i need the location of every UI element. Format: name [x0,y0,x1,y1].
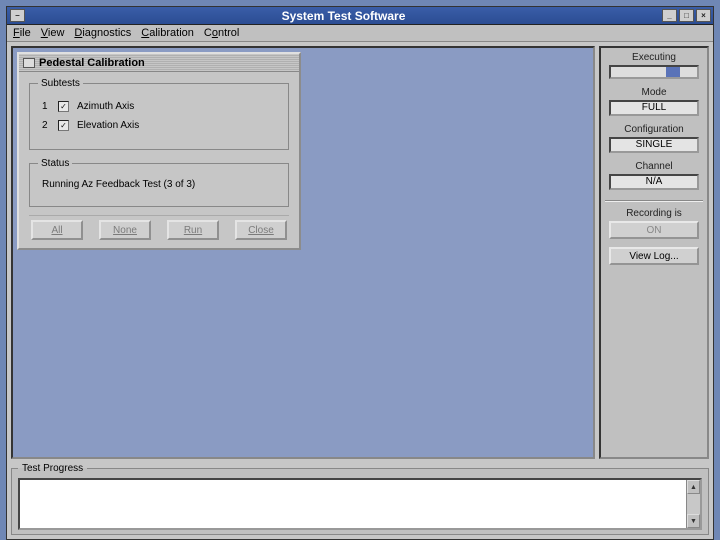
azimuth-checkbox[interactable]: ✓ [58,101,69,112]
main-canvas: Pedestal Calibration Subtests 1 ✓ Azimut… [11,46,595,459]
separator [605,200,703,202]
configuration-field[interactable]: SINGLE [609,137,699,153]
all-button[interactable]: All [31,220,83,240]
executing-progress [609,65,699,79]
mode-label: Mode [605,87,703,98]
progress-bar-segment [666,67,680,77]
mode-field[interactable]: FULL [609,100,699,116]
channel-label: Channel [605,161,703,172]
workarea: Pedestal Calibration Subtests 1 ✓ Azimut… [7,42,713,539]
close-icon[interactable]: × [696,9,711,22]
none-button[interactable]: None [99,220,151,240]
scroll-up-icon[interactable]: ▲ [687,480,700,494]
view-log-button[interactable]: View Log... [609,247,699,265]
subtest-row: 1 ✓ Azimuth Axis [42,101,280,112]
maximize-icon[interactable]: □ [679,9,694,22]
minimize-icon[interactable]: _ [662,9,677,22]
main-window: – System Test Software _ □ × File View D… [6,6,714,540]
run-button[interactable]: Run [167,220,219,240]
menu-view[interactable]: View [41,27,65,39]
channel-field[interactable]: N/A [609,174,699,190]
menubar: File View Diagnostics Calibration Contro… [7,25,713,42]
subtest-row: 2 ✓ Elevation Axis [42,120,280,131]
subtest-label: Elevation Axis [77,120,139,131]
right-panel: Executing Mode FULL Configuration SINGLE… [599,46,709,459]
upper-area: Pedestal Calibration Subtests 1 ✓ Azimut… [11,46,709,459]
dialog-titlebar[interactable]: Pedestal Calibration [19,54,299,72]
executing-label: Executing [605,52,703,63]
window-title: System Test Software [25,9,662,23]
status-legend: Status [38,158,72,169]
test-progress-group: Test Progress ▲ ▼ [11,463,709,535]
scroll-down-icon[interactable]: ▼ [687,514,700,528]
subtest-number: 1 [42,101,50,112]
subtests-group: Subtests 1 ✓ Azimuth Axis 2 ✓ Elevation … [29,78,289,150]
test-progress-legend: Test Progress [18,463,87,474]
subtests-legend: Subtests [38,78,83,89]
dialog-title: Pedestal Calibration [39,57,145,69]
dialog-body: Subtests 1 ✓ Azimuth Axis 2 ✓ Elevation … [19,72,299,248]
test-progress-section: Test Progress ▲ ▼ [11,463,709,535]
recording-status: ON [609,221,699,239]
pedestal-calibration-dialog: Pedestal Calibration Subtests 1 ✓ Azimut… [17,52,301,250]
scrollbar[interactable]: ▲ ▼ [686,480,700,528]
titlebar: – System Test Software _ □ × [7,7,713,25]
menu-control[interactable]: Control [204,27,239,39]
menu-calibration[interactable]: Calibration [141,27,194,39]
status-text: Running Az Feedback Test (3 of 3) [38,177,280,196]
menu-diagnostics[interactable]: Diagnostics [74,27,131,39]
elevation-checkbox[interactable]: ✓ [58,120,69,131]
status-group: Status Running Az Feedback Test (3 of 3) [29,158,289,207]
subtest-label: Azimuth Axis [77,101,134,112]
subtest-number: 2 [42,120,50,131]
dialog-button-row: All None Run Close [29,215,289,240]
close-button[interactable]: Close [235,220,287,240]
configuration-label: Configuration [605,124,703,135]
test-progress-textarea[interactable]: ▲ ▼ [18,478,702,530]
window-icon [23,58,35,68]
menu-file[interactable]: File [13,27,31,39]
recording-label: Recording is [605,208,703,219]
window-menu-icon[interactable]: – [10,9,25,22]
